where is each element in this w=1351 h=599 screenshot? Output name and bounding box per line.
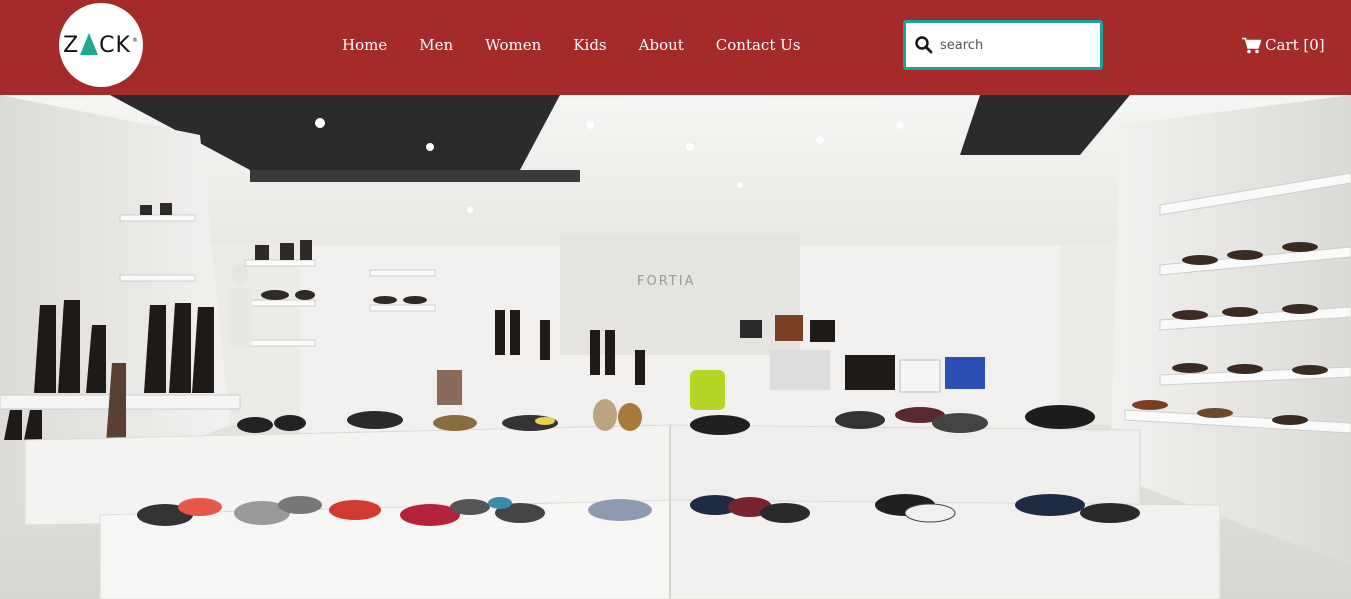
shopping-cart-icon <box>1242 37 1261 53</box>
cart-label: Cart [0] <box>1265 36 1325 54</box>
nav-about[interactable]: About <box>639 34 684 56</box>
shoe-store-image: FORTIA <box>0 95 1351 599</box>
nav-men[interactable]: Men <box>419 34 453 56</box>
logo[interactable]: Z CK ® <box>59 3 143 87</box>
nav-contact-us[interactable]: Contact Us <box>716 34 801 56</box>
logo-triangle-icon <box>80 32 99 55</box>
logo-wordmark: Z CK ® <box>63 32 139 58</box>
search-icon[interactable] <box>914 35 934 55</box>
logo-letter-z: Z <box>63 32 80 58</box>
nav-women[interactable]: Women <box>485 34 541 56</box>
logo-letters-ck: CK <box>99 32 131 58</box>
main-nav: Home Men Women Kids About Contact Us <box>342 34 832 56</box>
logo-registered-mark: ® <box>131 36 139 44</box>
nav-home[interactable]: Home <box>342 34 387 56</box>
search-input[interactable] <box>940 37 1090 53</box>
hero-banner: FORTIA <box>0 95 1351 599</box>
cart-link[interactable]: Cart [0] <box>1242 34 1325 56</box>
nav-kids[interactable]: Kids <box>573 34 606 56</box>
site-header: Z CK ® Home Men Women Kids About Contact U… <box>0 0 1351 95</box>
search-box <box>903 20 1103 70</box>
store-sign: FORTIA <box>637 274 695 289</box>
